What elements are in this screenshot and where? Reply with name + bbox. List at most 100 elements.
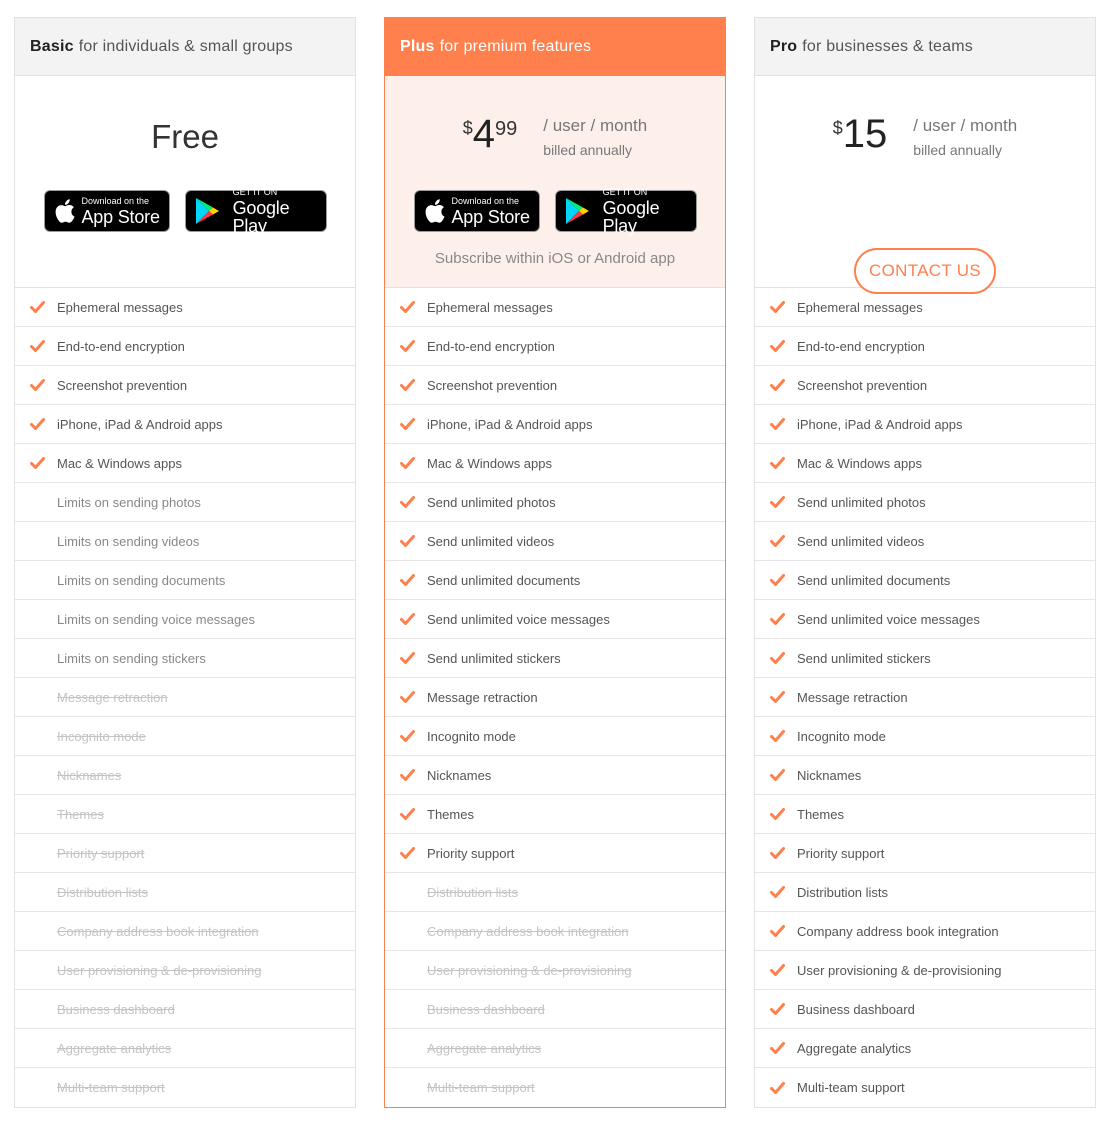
- feature-row: Send unlimited photos: [755, 483, 1095, 522]
- feature-label: Ephemeral messages: [797, 299, 923, 315]
- feature-label: Limits on sending voice messages: [57, 611, 255, 627]
- feature-row: User provisioning & de-provisioning: [385, 951, 725, 990]
- feature-row: Send unlimited videos: [385, 522, 725, 561]
- feature-label: Mac & Windows apps: [57, 455, 182, 471]
- check-icon: [399, 534, 415, 548]
- check-icon: [399, 1002, 415, 1016]
- subscribe-note: Subscribe within iOS or Android app: [434, 250, 676, 267]
- price-unit: / user / month: [543, 116, 648, 135]
- feature-label: Business dashboard: [427, 1001, 545, 1017]
- check-icon: [769, 300, 785, 314]
- feature-row: Priority support: [755, 834, 1095, 873]
- feature-row: Aggregate analytics: [755, 1029, 1095, 1068]
- feature-row: End-to-end encryption: [755, 327, 1095, 366]
- feature-label: Mac & Windows apps: [797, 455, 922, 471]
- check-icon: [769, 612, 785, 626]
- plan-name: Basic: [30, 37, 74, 55]
- feature-row: Send unlimited documents: [755, 561, 1095, 600]
- check-icon: [399, 807, 415, 821]
- feature-row: Ephemeral messages: [15, 288, 355, 327]
- check-icon: [399, 417, 415, 431]
- check-icon: [769, 885, 785, 899]
- google-play-button[interactable]: GET IT ON Google Play: [554, 186, 697, 236]
- feature-row: Company address book integration: [15, 912, 355, 951]
- check-icon: [769, 924, 785, 938]
- contact-us-button[interactable]: CONTACT US: [854, 248, 996, 294]
- check-icon: [769, 1002, 785, 1016]
- app-store-button[interactable]: Download on the App Store: [413, 190, 540, 232]
- google-play-big-text: Google Play: [232, 197, 290, 236]
- feature-row: Limits on sending stickers: [15, 639, 355, 678]
- feature-row: Send unlimited stickers: [385, 639, 725, 678]
- feature-label: iPhone, iPad & Android apps: [797, 416, 963, 432]
- check-icon: [399, 495, 415, 509]
- app-store-button[interactable]: Download on the App Store: [43, 190, 170, 232]
- check-icon: [29, 612, 45, 626]
- feature-row: Incognito mode: [755, 717, 1095, 756]
- check-icon: [29, 378, 45, 392]
- google-play-big-text: Google Play: [602, 197, 660, 236]
- check-icon: [399, 339, 415, 353]
- feature-list: Ephemeral messages End-to-end encryption S…: [385, 288, 725, 1107]
- price-period: / user / month billed annually: [913, 116, 1017, 158]
- google-play-small-text: GET IT ON: [602, 186, 648, 197]
- feature-label: Business dashboard: [797, 1001, 915, 1017]
- feature-row: Nicknames: [15, 756, 355, 795]
- feature-label: Screenshot prevention: [797, 377, 928, 393]
- feature-row: Distribution lists: [385, 873, 725, 912]
- feature-row: Distribution lists: [755, 873, 1095, 912]
- check-icon: [399, 846, 415, 860]
- feature-row: iPhone, iPad & Android apps: [15, 405, 355, 444]
- feature-row: Mac & Windows apps: [755, 444, 1095, 483]
- feature-label: Company address book integration: [427, 923, 629, 939]
- feature-row: Ephemeral messages: [385, 288, 725, 327]
- plan-header: Basic for individuals & small groups: [15, 18, 355, 76]
- check-icon: [29, 807, 45, 821]
- check-icon: [29, 846, 45, 860]
- feature-label: Limits on sending videos: [57, 533, 200, 549]
- feature-label: Message retraction: [427, 689, 538, 705]
- feature-label: Send unlimited stickers: [427, 650, 561, 666]
- feature-label: Nicknames: [797, 767, 862, 783]
- plan-pricing: $ 4 99 / user / month billed annually Do…: [385, 76, 725, 288]
- price-period: / user / month billed annually: [543, 116, 647, 158]
- plan-pricing: $ 15 / user / month billed annually CONT…: [755, 76, 1095, 294]
- feature-row: Limits on sending documents: [15, 561, 355, 600]
- check-icon: [399, 456, 415, 470]
- feature-label: Incognito mode: [57, 728, 146, 744]
- feature-row: Send unlimited photos: [385, 483, 725, 522]
- check-icon: [399, 651, 415, 665]
- feature-label: Message retraction: [57, 689, 168, 705]
- check-icon: [399, 1081, 415, 1095]
- feature-row: Themes: [15, 795, 355, 834]
- feature-label: Business dashboard: [57, 1001, 175, 1017]
- feature-label: Ephemeral messages: [427, 299, 553, 315]
- feature-row: Send unlimited voice messages: [385, 600, 725, 639]
- feature-label: Send unlimited videos: [427, 533, 555, 549]
- feature-row: Send unlimited documents: [385, 561, 725, 600]
- check-icon: [399, 1041, 415, 1055]
- price-amount: 4: [472, 112, 496, 156]
- feature-label: End-to-end encryption: [797, 338, 925, 354]
- app-store-small-text: Download on the: [451, 195, 520, 206]
- check-icon: [29, 651, 45, 665]
- feature-label: User provisioning & de-provisioning: [57, 962, 262, 978]
- check-icon: [399, 300, 415, 314]
- check-icon: [769, 729, 785, 743]
- feature-label: Priority support: [797, 845, 885, 861]
- check-icon: [399, 768, 415, 782]
- app-store-big-text: App Store: [451, 206, 530, 227]
- feature-label: Screenshot prevention: [57, 377, 188, 393]
- feature-label: Message retraction: [797, 689, 908, 705]
- google-play-button[interactable]: GET IT ON Google Play: [184, 187, 327, 236]
- price-free: Free: [151, 118, 219, 155]
- check-icon: [29, 885, 45, 899]
- feature-label: Incognito mode: [427, 728, 516, 744]
- check-icon: [29, 690, 45, 704]
- feature-row: Message retraction: [15, 678, 355, 717]
- feature-label: Themes: [427, 806, 474, 822]
- check-icon: [399, 885, 415, 899]
- feature-list: Ephemeral messages End-to-end encryption S…: [15, 288, 355, 1107]
- plan-header: Plus for premium features: [385, 18, 725, 76]
- feature-label: Themes: [57, 806, 104, 822]
